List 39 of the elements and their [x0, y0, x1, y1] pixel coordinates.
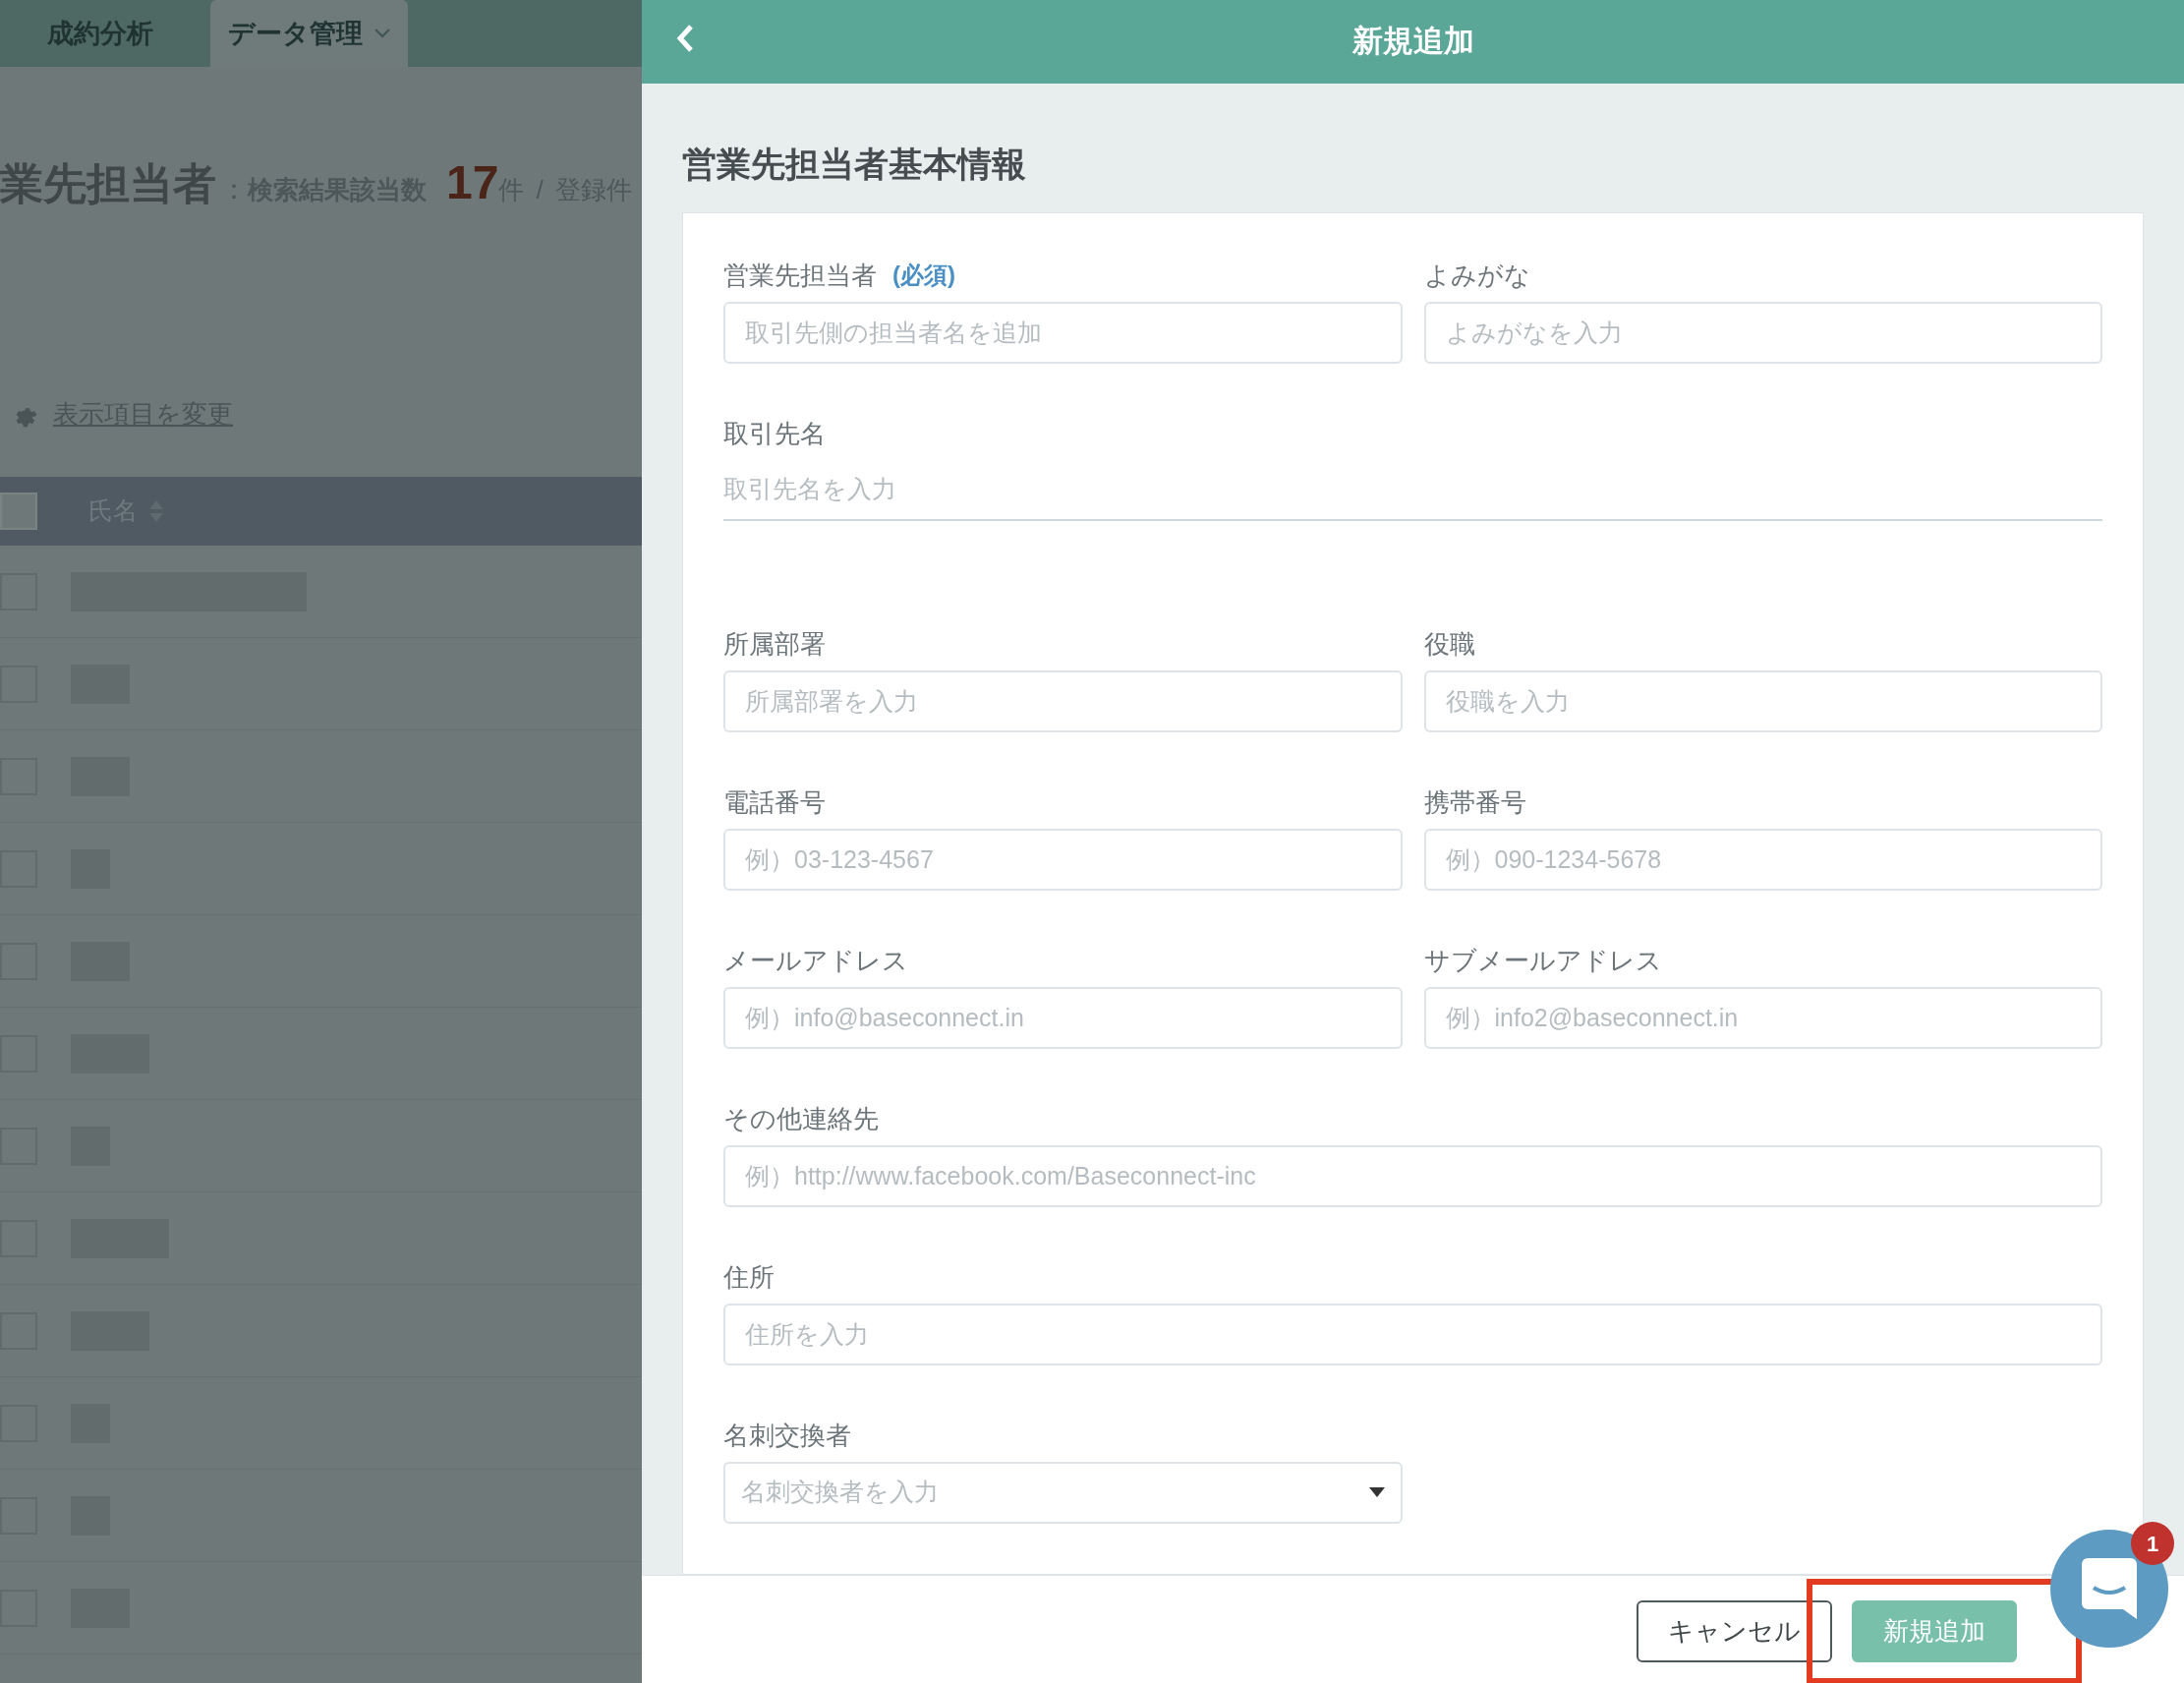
field-label: 取引先名: [723, 420, 826, 446]
select-field[interactable]: 名刺交換者を入力: [723, 1461, 1403, 1524]
title-separator: ：: [220, 173, 248, 206]
input-field[interactable]: 例）info2@baseconnect.in: [1423, 986, 2102, 1049]
chat-bubble-icon: [2082, 1558, 2137, 1619]
required-label: (必須): [892, 262, 955, 287]
input-field[interactable]: 例）03-123-4567: [723, 828, 1403, 891]
section-title: 営業先担当者基本情報: [682, 144, 1027, 185]
field-label: 所属部署: [723, 630, 826, 657]
field-label: 営業先担当者: [723, 261, 877, 288]
input-field[interactable]: 役職を入力: [1423, 669, 2102, 732]
field-label: よみがな: [1423, 261, 1530, 288]
field-label: 名刺交換者: [723, 1422, 851, 1448]
panel-title: 新規追加: [1351, 23, 1474, 61]
nav-tab[interactable]: データ管理: [210, 0, 408, 67]
input-field[interactable]: 例）info@baseconnect.in: [723, 986, 1403, 1049]
slash-separator: /: [536, 174, 544, 206]
input-field[interactable]: 例）http://www.facebook.com/Baseconnect-inc: [723, 1144, 2102, 1207]
notification-badge: 1: [2131, 1522, 2174, 1565]
cancel-button[interactable]: キャンセル: [1637, 1600, 1832, 1662]
field-label: 携帯番号: [1423, 788, 1526, 815]
input-field[interactable]: 取引先名を入力: [723, 459, 2102, 521]
field-label: 住所: [723, 1263, 775, 1290]
input-field[interactable]: 取引先側の担当者名を追加: [723, 301, 1403, 364]
field-label: 電話番号: [723, 788, 826, 815]
result-count: 17: [446, 155, 499, 210]
back-icon: [675, 24, 695, 53]
input-field[interactable]: 例）090-1234-5678: [1423, 828, 2102, 891]
input-field[interactable]: 住所を入力: [723, 1303, 2102, 1365]
checkbox[interactable]: [0, 493, 37, 530]
field-label: その他連絡先: [723, 1105, 879, 1132]
caret-icon: [1368, 1487, 1385, 1497]
input-field[interactable]: よみがなを入力: [1423, 301, 2102, 364]
input-field[interactable]: 所属部署を入力: [723, 669, 1403, 732]
select-placeholder: 名刺交換者を入力: [741, 1477, 939, 1508]
field-label: サブメールアドレス: [1423, 947, 1662, 973]
field-label: メールアドレス: [723, 947, 908, 973]
add-button[interactable]: 新規追加: [1852, 1600, 2017, 1662]
field-label: 役職: [1423, 630, 1475, 657]
